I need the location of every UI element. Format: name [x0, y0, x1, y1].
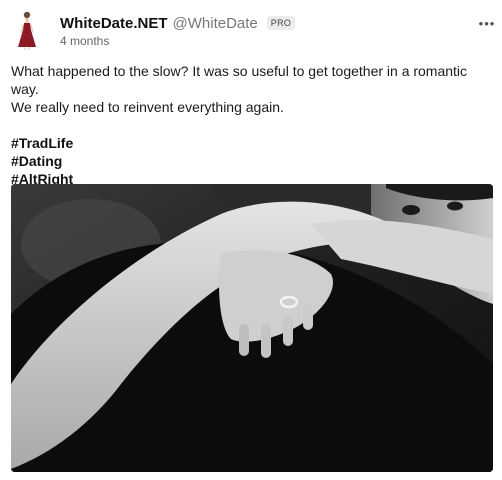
post-text-line: What happened to the slow? It was so use… — [11, 63, 468, 97]
hashtag-dating[interactable]: #Dating — [11, 152, 495, 170]
hashtag-tradlife[interactable]: #TradLife — [11, 134, 495, 152]
author-avatar[interactable] — [10, 9, 44, 51]
post-text-line: We really need to reinvent everything ag… — [11, 99, 284, 115]
author-handle[interactable]: @WhiteDate — [173, 15, 258, 32]
post-timestamp[interactable]: 4 months — [60, 34, 109, 48]
post-card: WhiteDate.NET @WhiteDate PRO 4 months ••… — [0, 0, 502, 480]
post-text: What happened to the slow? It was so use… — [11, 62, 495, 188]
post-image[interactable] — [11, 184, 493, 472]
more-horizontal-icon: ••• — [478, 15, 496, 31]
hashtag-list: #TradLife #Dating #AltRight — [11, 134, 495, 188]
author-name-row: WhiteDate.NET @WhiteDate PRO — [60, 13, 296, 33]
woman-in-red-dress-avatar-icon — [10, 9, 44, 51]
pro-badge: PRO — [266, 16, 296, 30]
author-display-name[interactable]: WhiteDate.NET — [60, 15, 168, 32]
embracing-couple-photo-icon — [11, 184, 493, 472]
more-options-button[interactable]: ••• — [478, 15, 496, 31]
